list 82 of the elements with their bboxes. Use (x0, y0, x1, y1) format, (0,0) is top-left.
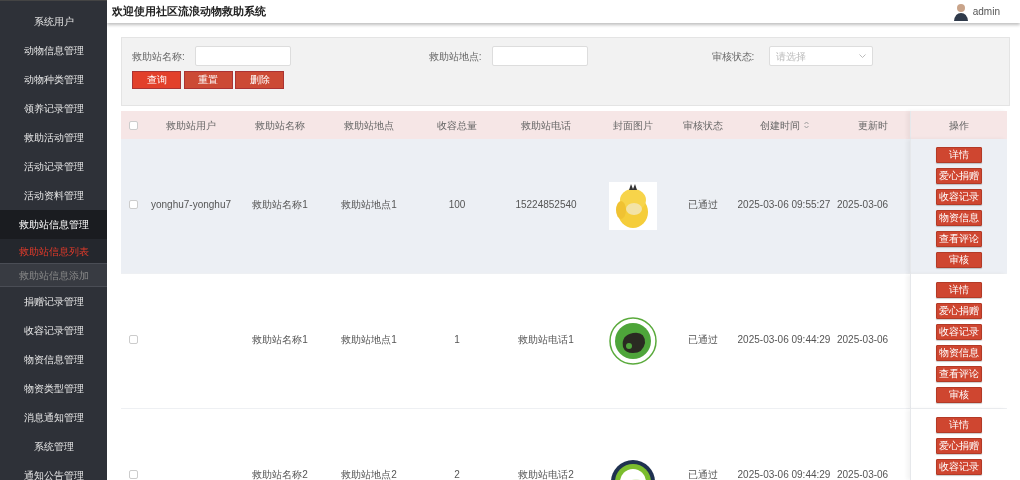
input-field[interactable] (491, 46, 588, 66)
table-cell: 2025-03-06 (837, 470, 889, 480)
sidebar-item[interactable]: 系统管理 (0, 432, 107, 461)
field-label: 救助站名称: (132, 49, 185, 64)
avatar-icon[interactable] (953, 2, 968, 21)
action-button[interactable]: 物资信息 (936, 210, 982, 226)
row-checkbox[interactable] (129, 200, 138, 209)
sidebar-item[interactable]: 通知公告管理 (0, 461, 107, 480)
sidebar-item[interactable]: 捐赠记录管理 (0, 287, 107, 316)
table-cell: 1 (454, 335, 460, 345)
table-cell: 救助站电话1 (518, 335, 574, 345)
column-header: 救助站电话 (521, 118, 571, 133)
table-cell: 2025-03-06 (837, 200, 889, 210)
action-button[interactable]: 查看评论 (936, 231, 982, 247)
sidebar-item[interactable]: 救助活动管理 (0, 123, 107, 152)
status-text: 已通过 (688, 335, 718, 345)
status-text: 已通过 (688, 470, 718, 480)
table-cell: 救助站电话2 (518, 470, 574, 480)
action-button[interactable]: 查看评论 (936, 366, 982, 382)
sidebar-item[interactable]: 物资类型管理 (0, 374, 107, 403)
column-header: 更新时 (857, 118, 888, 133)
sidebar-item[interactable]: 领养记录管理 (0, 94, 107, 123)
column-header: 救助站用户 (166, 118, 216, 133)
table-cell: 救助站名称2 (252, 470, 308, 480)
chevron-down-icon (859, 54, 867, 58)
table-cell: 2025-03-06 (837, 335, 889, 345)
username[interactable]: admin (972, 4, 1000, 19)
action-button[interactable]: 爱心捐赠 (936, 168, 982, 184)
sidebar-item[interactable]: 活动记录管理 (0, 152, 107, 181)
status-text: 已通过 (688, 200, 718, 210)
submenu-item[interactable]: 救助站信息添加 (0, 263, 107, 287)
table-cell: 2025-03-06 09:44:29 (737, 335, 831, 345)
action-button[interactable]: 爱心捐赠 (936, 303, 982, 319)
action-button[interactable]: 详情 (936, 417, 982, 433)
sidebar-item[interactable]: 动物信息管理 (0, 36, 107, 65)
action-button[interactable]: 爱心捐赠 (936, 438, 982, 454)
column-header: 审核状态 (683, 118, 723, 133)
column-header: 操作 (949, 118, 969, 133)
action-button[interactable]: 审核 (936, 252, 982, 268)
table-cell: 救助站名称1 (252, 335, 308, 345)
table-cell: 2 (454, 470, 460, 480)
column-header: 收容总量 (437, 118, 477, 133)
submenu-item[interactable]: 救助站信息列表 (0, 239, 107, 263)
field-label: 审核状态: (711, 49, 755, 64)
action-button[interactable]: 物资信息 (936, 345, 982, 361)
input-field[interactable] (194, 46, 291, 66)
page-title: 欢迎使用社区流浪动物救助系统 (112, 4, 266, 20)
column-header: 封面图片 (612, 118, 653, 133)
table-cell: 救助站名称1 (252, 200, 308, 210)
table-cell: 救助站地点1 (341, 200, 397, 210)
column-header: 创建时间 (759, 118, 800, 133)
action-button[interactable]: 详情 (936, 282, 982, 298)
sidebar-item[interactable]: 系统用户 (0, 7, 107, 36)
sidebar-item[interactable]: 救助站信息管理 (0, 210, 107, 239)
row-checkbox[interactable] (129, 470, 138, 479)
table-cell: 救助站地点1 (341, 335, 397, 345)
sort-icon[interactable] (803, 121, 809, 129)
action-button[interactable]: 审核 (936, 387, 982, 403)
table-cell: yonghu7-yonghu7 (150, 200, 232, 210)
search-button[interactable]: 查询 (132, 71, 181, 89)
table-cell: 2025-03-06 09:55:27 (737, 200, 831, 210)
sidebar-item[interactable]: 消息通知管理 (0, 403, 107, 432)
action-button[interactable]: 收容记录 (936, 459, 982, 475)
sidebar-item[interactable]: 动物种类管理 (0, 65, 107, 94)
sidebar-item[interactable]: 物资信息管理 (0, 345, 107, 374)
table-cell: 100 (448, 200, 466, 210)
sidebar-item[interactable]: 活动资料管理 (0, 181, 107, 210)
placeholder-text: 请选择 (776, 49, 807, 64)
sidebar-item[interactable]: 收容记录管理 (0, 316, 107, 345)
table-cell: 15224852540 (515, 200, 577, 210)
table-cell: 救助站地点2 (341, 470, 397, 480)
action-button[interactable]: 删除 (235, 71, 284, 89)
select-all-checkbox[interactable] (129, 120, 138, 130)
action-button[interactable]: 收容记录 (936, 324, 982, 340)
action-button[interactable]: 详情 (936, 147, 982, 163)
field-label: 救助站地点: (428, 49, 482, 64)
action-button[interactable]: 收容记录 (936, 189, 982, 205)
column-header: 救助站名称 (255, 118, 305, 133)
row-checkbox[interactable] (129, 335, 138, 344)
action-button[interactable]: 重置 (183, 71, 233, 89)
column-header: 救助站地点 (344, 118, 394, 133)
table-cell: 2025-03-06 09:44:29 (737, 470, 831, 480)
